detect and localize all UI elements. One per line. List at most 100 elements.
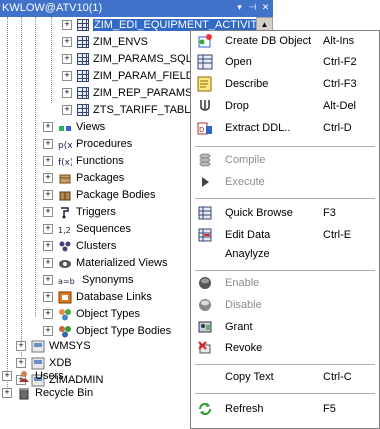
table-label: ZTS_TARIFF_TABLE bbox=[93, 104, 198, 116]
synonyms-icon: a=b bbox=[58, 274, 78, 287]
tree-node-clusters[interactable]: + Clusters bbox=[43, 238, 116, 254]
expand-icon[interactable]: + bbox=[43, 190, 53, 200]
menu-item-compile[interactable]: Compile bbox=[191, 150, 379, 170]
table-node[interactable]: + ZIM_PARAM_FIELD bbox=[62, 68, 194, 84]
expand-icon[interactable]: + bbox=[43, 309, 53, 319]
recycle-bin-root[interactable]: + Recycle Bin bbox=[2, 385, 93, 401]
menu-item-drop[interactable]: Drop Alt-Del bbox=[191, 96, 379, 116]
menu-item-open[interactable]: Open Ctrl-F2 bbox=[191, 52, 379, 72]
tree-node-label: Packages bbox=[76, 172, 125, 184]
schema-node-wmsys[interactable]: + WMSYS bbox=[16, 338, 91, 354]
tree-node-label: Materialized Views bbox=[76, 257, 168, 269]
users-root[interactable]: + Users bbox=[2, 368, 64, 384]
expand-icon[interactable]: + bbox=[16, 341, 26, 351]
menu-item-describe[interactable]: Describe Ctrl-F3 bbox=[191, 74, 379, 94]
menu-item-execute[interactable]: Execute bbox=[191, 172, 379, 192]
tree-node-label: Clusters bbox=[76, 240, 117, 252]
expand-icon[interactable]: + bbox=[2, 371, 12, 381]
menu-item-label: Copy Text bbox=[225, 371, 274, 383]
table-node[interactable]: + ZIM_ENVS bbox=[62, 34, 148, 50]
menu-item-label: Create DB Object bbox=[225, 35, 312, 47]
expand-icon[interactable]: + bbox=[43, 207, 53, 217]
table-icon bbox=[77, 53, 89, 65]
menu-item-edit-data[interactable]: Edit Data Ctrl-E bbox=[191, 225, 379, 245]
recycle-bin-label: Recycle Bin bbox=[35, 387, 94, 399]
menu-item-analyze[interactable]: Anaylyze bbox=[191, 244, 379, 264]
expand-icon[interactable]: + bbox=[43, 139, 53, 149]
menu-item-revoke[interactable]: Revoke bbox=[191, 338, 379, 358]
triggers-icon bbox=[58, 206, 72, 219]
table-label: ZIM_PARAM_FIELD bbox=[93, 70, 194, 82]
expand-icon[interactable]: + bbox=[43, 224, 53, 234]
grant-icon bbox=[197, 319, 213, 335]
expand-icon[interactable]: + bbox=[43, 326, 53, 336]
expand-icon[interactable]: + bbox=[43, 173, 53, 183]
tree-node-package-bodies[interactable]: + Package Bodies bbox=[43, 187, 156, 203]
tree-node-materialized-views[interactable]: + Materialized Views bbox=[43, 255, 168, 271]
expand-icon[interactable]: + bbox=[16, 358, 26, 368]
expand-icon[interactable]: + bbox=[62, 20, 72, 30]
compile-icon bbox=[197, 152, 213, 168]
tree-node-sequences[interactable]: + 1,2 Sequences bbox=[43, 221, 131, 237]
menu-item-copy-text[interactable]: Copy Text Ctrl-C bbox=[191, 367, 379, 387]
menu-separator bbox=[195, 364, 375, 365]
expand-icon[interactable]: + bbox=[2, 388, 12, 398]
tree-node-label: Package Bodies bbox=[76, 189, 156, 201]
menu-item-shortcut: Alt-Del bbox=[323, 100, 357, 112]
expand-icon[interactable]: + bbox=[43, 122, 53, 132]
menu-item-enable[interactable]: Enable bbox=[191, 273, 379, 293]
table-label: ZIM_PARAMS_SQLS bbox=[93, 53, 200, 65]
svg-text:1,2: 1,2 bbox=[58, 226, 71, 235]
table-node[interactable]: + ZIM_REP_PARAMS bbox=[62, 85, 192, 101]
menu-item-quick-browse[interactable]: Quick Browse F3 bbox=[191, 203, 379, 223]
tree-node-label: Sequences bbox=[76, 223, 132, 235]
tree-node-object-type-bodies[interactable]: + Object Type Bodies bbox=[43, 323, 171, 339]
object-types-icon bbox=[58, 308, 72, 321]
views-icon bbox=[58, 121, 72, 134]
tree-node-object-types[interactable]: + Object Types bbox=[43, 306, 140, 322]
expand-icon[interactable]: + bbox=[43, 258, 53, 268]
menu-item-create-db-object[interactable]: Create DB Object Alt-Ins bbox=[191, 31, 379, 51]
disable-icon bbox=[197, 297, 213, 313]
materialized-views-icon bbox=[58, 257, 72, 270]
expand-icon[interactable]: + bbox=[43, 275, 53, 285]
schema-label: WMSYS bbox=[49, 340, 91, 352]
tree-node-views[interactable]: + Views bbox=[43, 119, 105, 135]
expand-icon[interactable]: + bbox=[62, 88, 72, 98]
tree-node-synonyms[interactable]: + a=b Synonyms bbox=[43, 272, 133, 288]
execute-icon bbox=[197, 174, 213, 190]
expand-icon[interactable]: + bbox=[43, 241, 53, 251]
tree-node-label: Procedures bbox=[76, 138, 133, 150]
tree-node-label: Views bbox=[76, 121, 106, 133]
tree-node-database-links[interactable]: + Database Links bbox=[43, 289, 152, 305]
menu-item-extract-ddl[interactable]: D Extract DDL.. Ctrl-D bbox=[191, 118, 379, 138]
menu-separator bbox=[195, 146, 375, 147]
blank-icon bbox=[197, 246, 213, 262]
extract-ddl-icon: D bbox=[197, 120, 213, 136]
enable-icon bbox=[197, 275, 213, 291]
expand-icon[interactable]: + bbox=[62, 37, 72, 47]
schema-node[interactable]: + bbox=[16, 321, 31, 337]
tree-node-procedures[interactable]: + p(x) Procedures bbox=[43, 136, 132, 152]
expand-icon[interactable]: + bbox=[43, 156, 53, 166]
dropdown-icon[interactable]: ▾ bbox=[234, 2, 245, 13]
menu-item-shortcut: Ctrl-F2 bbox=[323, 56, 357, 68]
table-label: ZIM_ENVS bbox=[93, 36, 149, 48]
expand-icon[interactable]: + bbox=[62, 105, 72, 115]
menu-item-disable[interactable]: Disable bbox=[191, 295, 379, 315]
users-icon bbox=[17, 370, 31, 383]
menu-item-label: Disable bbox=[225, 299, 262, 311]
tree-node-functions[interactable]: + f(x) Functions bbox=[43, 153, 124, 169]
expand-icon[interactable]: + bbox=[43, 292, 53, 302]
table-label: ZIM_REP_PARAMS bbox=[93, 87, 193, 99]
table-node[interactable]: + ZIM_PARAMS_SQLS bbox=[62, 51, 199, 67]
menu-item-grant[interactable]: Grant bbox=[191, 317, 379, 337]
close-icon[interactable]: ✕ bbox=[260, 2, 271, 13]
expand-icon[interactable]: + bbox=[62, 71, 72, 81]
tree-node-triggers[interactable]: + Triggers bbox=[43, 204, 116, 220]
expand-icon[interactable]: + bbox=[62, 54, 72, 64]
pin-icon[interactable]: ⊣ bbox=[247, 2, 258, 13]
tree-node-packages[interactable]: + Packages bbox=[43, 170, 124, 186]
table-node[interactable]: + ZTS_TARIFF_TABLE bbox=[62, 102, 198, 118]
menu-item-refresh[interactable]: Refresh F5 bbox=[191, 399, 379, 419]
